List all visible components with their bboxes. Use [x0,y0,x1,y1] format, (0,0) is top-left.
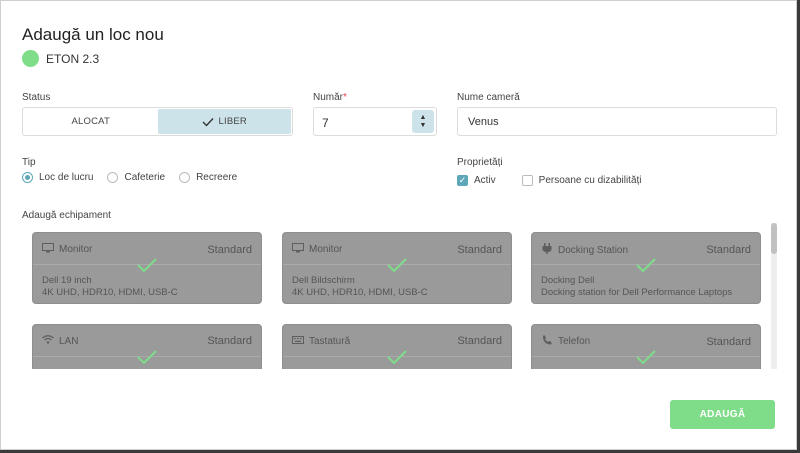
type-radio-recreere[interactable]: Recreere [179,172,237,183]
checkmark-icon [137,258,157,272]
equipment-name: Telefon [558,336,591,347]
building-label: ETON 2.3 [22,50,99,67]
add-desk-dialog: Adaugă un loc nou ETON 2.3 Status ALOCAT… [0,0,797,450]
disability-checkbox[interactable]: Persoane cu dizabilități [521,175,642,186]
phone-icon [541,335,553,348]
status-option-liber[interactable]: LIBER [157,109,291,134]
checkmark-icon [137,350,157,364]
stepper-up-icon[interactable]: ▲ [420,114,427,122]
equipment-name: Monitor [309,244,343,255]
type-label: Tip [22,157,36,168]
keyboard-icon [292,335,304,347]
building-name: ETON 2.3 [46,51,100,66]
type-radio-group: Loc de lucru Cafeterie Recreere [22,172,237,183]
equipment-label: Adaugă echipament [22,210,111,221]
room-name-input[interactable]: Venus [457,107,777,136]
checkmark-icon [202,117,214,127]
radio-icon [179,172,191,183]
equipment-name: Docking Station [558,244,629,256]
required-mark: * [343,92,347,103]
equipment-card[interactable]: Telefon Standard [531,324,761,369]
status-label: Status [22,92,51,103]
equipment-model: Docking Dell [541,275,595,286]
active-label: Activ [474,175,496,186]
equipment-level: Standard [457,243,502,256]
equipment-level: Standard [457,335,502,347]
checkmark-icon [387,350,407,364]
type-radio-cafeterie[interactable]: Cafeterie [107,172,165,183]
number-input[interactable]: 7 ▲ ▼ [313,107,437,136]
equipment-name: Tastatură [309,335,351,347]
wifi-icon [42,335,54,347]
checkmark-icon [636,350,656,364]
type-radio-loc-de-lucru[interactable]: Loc de lucru [22,172,93,183]
radio-icon [107,172,119,183]
checkmark-icon [387,258,407,272]
equipment-specs: 4K UHD, HDR10, HDMI, USB-C [292,287,428,298]
type-option-label: Recreere [196,172,238,183]
properties-label: Proprietăți [457,157,503,168]
status-option-alocat[interactable]: ALOCAT [24,109,158,134]
stepper-down-icon[interactable]: ▼ [420,122,427,130]
active-checkbox[interactable]: ✓ Activ [457,175,496,186]
equipment-specs: Docking station for Dell Performance Lap… [541,287,733,298]
equipment-card[interactable]: LAN Standard [32,324,262,369]
equipment-card[interactable]: Tastatură Standard [282,324,512,369]
equipment-list: Monitor Standard Dell 19 inch 4K UHD, HD… [22,223,779,369]
building-color-dot [22,50,39,67]
equipment-scrollbar[interactable] [771,223,777,369]
equipment-level: Standard [706,244,751,256]
equipment-card[interactable]: Monitor Standard Dell Bildschirm 4K UHD,… [282,232,512,304]
equipment-card[interactable]: Monitor Standard Dell 19 inch 4K UHD, HD… [32,232,262,304]
number-value: 7 [322,116,329,130]
type-option-label: Cafeterie [124,172,166,183]
monitor-icon [42,243,54,256]
status-option-liber-label: LIBER [218,116,247,127]
docking-icon [541,243,553,257]
equipment-specs: 4K UHD, HDR10, HDMI, USB-C [42,287,178,298]
equipment-level: Standard [207,335,252,347]
equipment-name: Monitor [59,244,93,255]
add-button[interactable]: ADAUGĂ [670,400,775,429]
scrollbar-thumb[interactable] [771,223,777,254]
equipment-level: Standard [706,335,751,348]
equipment-card[interactable]: Docking Station Standard Docking Dell Do… [531,232,761,304]
dialog-title: Adaugă un loc nou [22,25,164,44]
room-label: Nume cameră [457,92,520,103]
number-label-text: Număr [313,92,344,103]
number-label: Număr* [313,92,347,103]
radio-selected-icon [22,172,33,183]
equipment-level: Standard [207,243,252,256]
disability-label: Persoane cu dizabilități [538,175,642,186]
equipment-name: LAN [59,335,79,347]
checkbox-checked-icon: ✓ [457,175,468,186]
properties-group: ✓ Activ Persoane cu dizabilități [457,175,642,186]
number-stepper[interactable]: ▲ ▼ [412,110,434,133]
type-option-label: Loc de lucru [39,172,94,183]
status-toggle: ALOCAT LIBER [22,107,293,136]
checkmark-icon [636,258,656,272]
equipment-model: Dell 19 inch [42,275,92,286]
monitor-icon [292,243,304,256]
equipment-model: Dell Bildschirm [292,275,355,286]
checkbox-icon [521,175,533,186]
